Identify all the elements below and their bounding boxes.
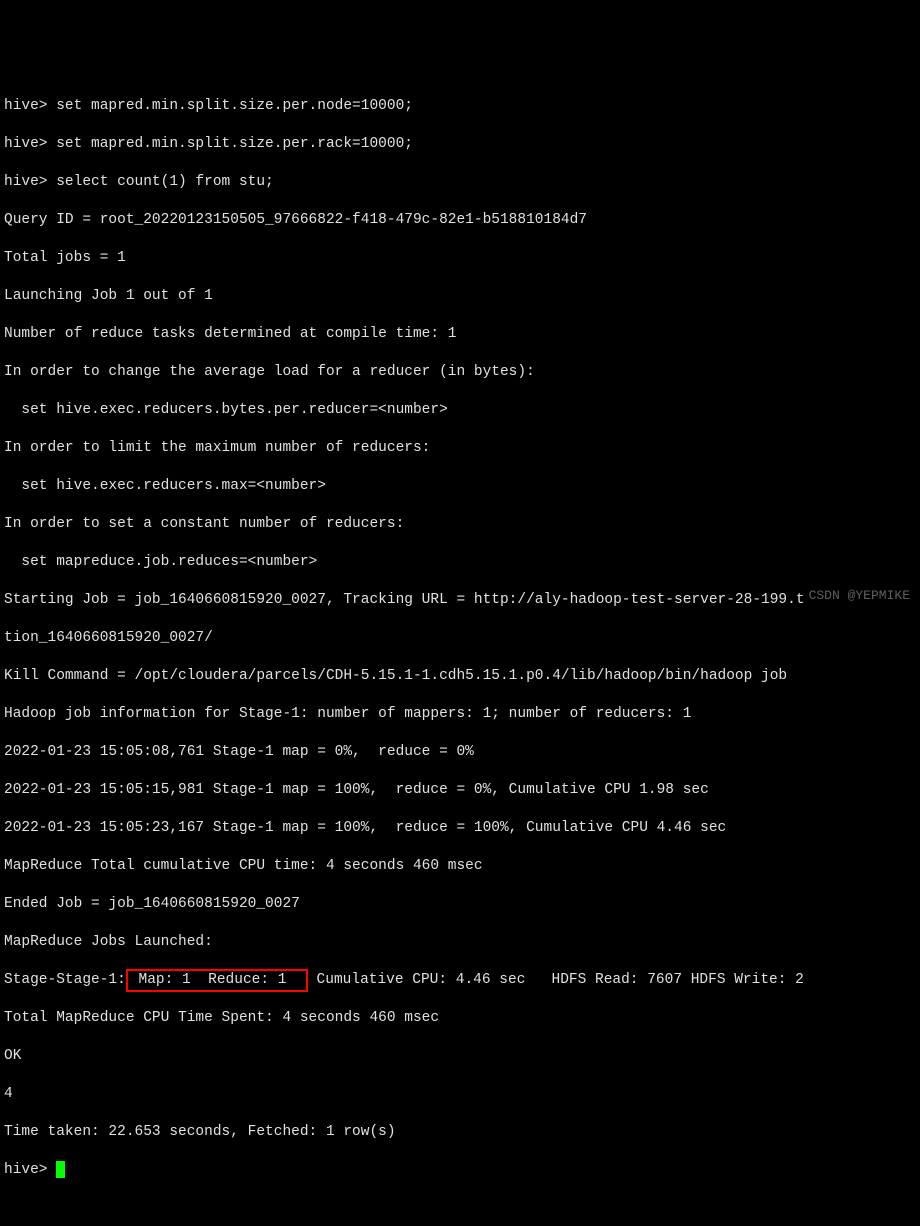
output-line: Hadoop job information for Stage-1: numb… bbox=[4, 705, 916, 724]
output-line: set mapreduce.job.reduces=<number> bbox=[4, 553, 916, 572]
terminal-output[interactable]: hive> set mapred.min.split.size.per.node… bbox=[4, 78, 916, 1199]
map-reduce-highlight: Map: 1 Reduce: 1 bbox=[126, 969, 308, 992]
output-line: tion_1640660815920_0027/ bbox=[4, 629, 916, 648]
output-line: MapReduce Jobs Launched: bbox=[4, 933, 916, 952]
output-line: 2022-01-23 15:05:15,981 Stage-1 map = 10… bbox=[4, 781, 916, 800]
output-line: Starting Job = job_1640660815920_0027, T… bbox=[4, 591, 916, 610]
output-line: In order to set a constant number of red… bbox=[4, 515, 916, 534]
output-line: Kill Command = /opt/cloudera/parcels/CDH… bbox=[4, 667, 916, 686]
output-line: In order to limit the maximum number of … bbox=[4, 439, 916, 458]
command-line: hive> select count(1) from stu; bbox=[4, 173, 916, 192]
result-line: 4 bbox=[4, 1085, 916, 1104]
output-line: 2022-01-23 15:05:08,761 Stage-1 map = 0%… bbox=[4, 743, 916, 762]
output-line: In order to change the average load for … bbox=[4, 363, 916, 382]
output-line: Launching Job 1 out of 1 bbox=[4, 287, 916, 306]
output-line: 2022-01-23 15:05:23,167 Stage-1 map = 10… bbox=[4, 819, 916, 838]
output-line: Query ID = root_20220123150505_97666822-… bbox=[4, 211, 916, 230]
output-line: Total MapReduce CPU Time Spent: 4 second… bbox=[4, 1009, 916, 1028]
output-line: Number of reduce tasks determined at com… bbox=[4, 325, 916, 344]
prompt-line[interactable]: hive> bbox=[4, 1161, 916, 1180]
output-line: OK bbox=[4, 1047, 916, 1066]
prompt-text: hive> bbox=[4, 1162, 56, 1178]
stage-summary-line: Stage-Stage-1: Map: 1 Reduce: 1 Cumulati… bbox=[4, 971, 916, 990]
output-line: set hive.exec.reducers.max=<number> bbox=[4, 477, 916, 496]
output-line: Ended Job = job_1640660815920_0027 bbox=[4, 895, 916, 914]
stage-prefix: Stage-Stage-1: bbox=[4, 972, 126, 988]
output-line: set hive.exec.reducers.bytes.per.reducer… bbox=[4, 401, 916, 420]
cursor bbox=[56, 1161, 65, 1178]
command-line: hive> set mapred.min.split.size.per.node… bbox=[4, 97, 916, 116]
command-line: hive> set mapred.min.split.size.per.rack… bbox=[4, 135, 916, 154]
stage-suffix: Cumulative CPU: 4.46 sec HDFS Read: 7607… bbox=[308, 972, 804, 988]
output-line: Total jobs = 1 bbox=[4, 249, 916, 268]
output-line: Time taken: 22.653 seconds, Fetched: 1 r… bbox=[4, 1123, 916, 1142]
output-line: MapReduce Total cumulative CPU time: 4 s… bbox=[4, 857, 916, 876]
watermark: CSDN @YEPMIKE bbox=[809, 586, 910, 605]
